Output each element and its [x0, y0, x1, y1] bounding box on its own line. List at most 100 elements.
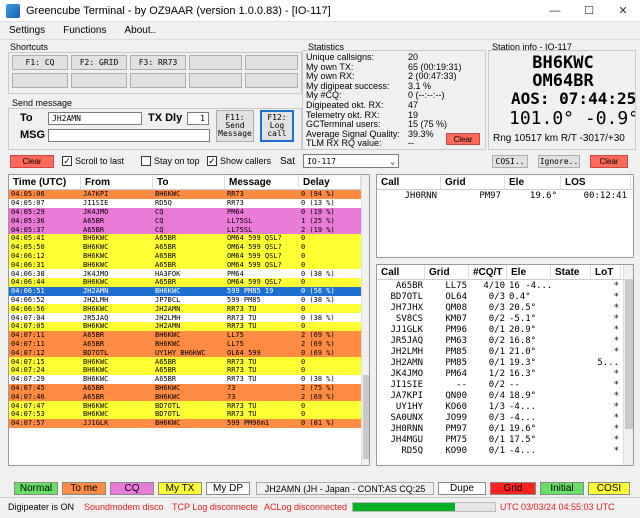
message-row[interactable]: 04:07:46 A65BR BH6KWC 73 2 (69 %)	[9, 392, 361, 402]
message-row[interactable]: 04:07:11 A65BR BH6KWC LL75 2 (69 %)	[9, 339, 361, 349]
menu-about[interactable]: About..	[116, 25, 166, 36]
message-row[interactable]: 04:07:12 BD7OTL UY1HY BH6KWC OL64 599 0 (69 …	[9, 348, 361, 358]
callers-scrollbar[interactable]	[623, 265, 633, 465]
message-row[interactable]: 04:06:52 JH2LMH JP7BCL 599 PM85 0 (38 %)	[9, 295, 361, 305]
caller-row[interactable]: JH2LMH PM85 0/1 21.0° *	[377, 346, 621, 357]
message-row[interactable]: 04:05:07 JI1SIE RD5Q RR73 0 (13 %)	[9, 198, 361, 208]
col-caller-ele[interactable]: Ele	[507, 265, 551, 280]
shortcut-f9-button[interactable]	[189, 73, 242, 88]
caller-row[interactable]: JH4MGU PM75 0/1 17.5° *	[377, 434, 621, 445]
message-row[interactable]: 04:06:12 BH6KWC A65BR OM64 599 QSL? 0	[9, 251, 361, 261]
message-row[interactable]: 04:07:24 BH6KWC A65BR RR73 TU 0	[9, 365, 361, 375]
col-to[interactable]: To	[153, 175, 225, 190]
satellite-select[interactable]: IO-117 ⌄	[303, 154, 399, 168]
to-field[interactable]: JH2AMN	[48, 112, 142, 125]
col-caller-grid[interactable]: Grid	[425, 265, 469, 280]
col-call[interactable]: Call	[377, 175, 441, 190]
my-dp-mode-button[interactable]: My DP	[206, 482, 250, 495]
message-row[interactable]: 04:05:50 BH6KWC A65BR OM64 599 QSL? 0	[9, 242, 361, 252]
shortcut-f10-button[interactable]	[245, 73, 298, 88]
col-state[interactable]: State	[551, 265, 591, 280]
f11-send-message-button[interactable]: F11: Send Message	[216, 110, 254, 142]
message-row[interactable]: 04:07:05 BH6KWC JH2AMN RR73 TU 0	[9, 321, 361, 331]
message-row[interactable]: 04:07:53 BH6KWC BD7OTL RR73 TU 0	[9, 409, 361, 419]
col-caller-call[interactable]: Call	[377, 265, 425, 280]
caller-row[interactable]: JJ1GLK PM96 0/1 20.9° *	[377, 324, 621, 335]
message-row[interactable]: 04:07:15 BH6KWC A65BR RR73 TU 0	[9, 357, 361, 366]
col-ele[interactable]: Ele	[505, 175, 561, 190]
message-row[interactable]: 04:05:37 A65BR CQ LL75SL 2 (19 %)	[9, 225, 361, 234]
msg-field[interactable]	[48, 129, 210, 142]
minimize-button[interactable]: —	[538, 0, 572, 22]
maximize-button[interactable]: ☐	[572, 0, 606, 22]
message-row[interactable]: 04:07:04 JR5JAQ JH2LMH RR73 TU 0 (38 %)	[9, 313, 361, 322]
close-button[interactable]: ✕	[606, 0, 640, 22]
ignore-button[interactable]: Ignore..	[538, 155, 580, 168]
normal-mode-button[interactable]: Normal	[14, 482, 58, 495]
cell-to: A65BR	[155, 243, 177, 252]
message-row[interactable]: 04:05:29 JK4JMO CQ PM64 0 (19 %)	[9, 207, 361, 217]
message-row[interactable]: 04:05:36 A65BR CQ LL75SL 1 (25 %)	[9, 216, 361, 226]
caller-row[interactable]: JH2AMN PM85 0/1 19.3° 5...	[377, 357, 621, 368]
caller-row[interactable]: JR5JAQ PM63 0/2 16.8° *	[377, 335, 621, 346]
tracking-row[interactable]: JH0RNN PM97 19.6° 00:12:41	[377, 190, 633, 202]
message-row[interactable]: 04:06:38 JK4JMO HA3FOK PM64 0 (38 %)	[9, 269, 361, 278]
scrollbar-thumb[interactable]	[363, 375, 369, 459]
shortcut-f4-button[interactable]	[189, 55, 242, 70]
caller-row[interactable]: A65BR LL75 4/10 16 -4... *	[377, 280, 621, 291]
message-row[interactable]: 04:07:11 A65BR BH6KWC LL75 2 (69 %)	[9, 330, 361, 340]
message-row[interactable]: 04:06:56 BH6KWC JH2AMN RR73 TU 0	[9, 304, 361, 314]
stats-clear-button[interactable]: Clear	[446, 133, 480, 145]
col-lot[interactable]: LoT	[591, 265, 621, 280]
col-los[interactable]: LOS	[561, 175, 631, 190]
caller-row[interactable]: BD7OTL OL64 0/3 0.4° *	[377, 291, 621, 302]
to-me-mode-button[interactable]: To me	[62, 482, 106, 495]
col-delay[interactable]: Delay	[299, 175, 361, 190]
scroll-to-last-toggle[interactable]: ✓ Scroll to last	[62, 156, 124, 166]
clear-callers-button[interactable]: Clear	[590, 155, 628, 168]
messages-scrollbar[interactable]	[361, 175, 369, 465]
menu-functions[interactable]: Functions	[54, 25, 115, 36]
message-row[interactable]: 04:07:45 A65BR BH6KWC 73 2 (75 %)	[9, 383, 361, 393]
tx-dly-field[interactable]: 1	[187, 112, 209, 125]
shortcut-f7-button[interactable]	[71, 73, 127, 88]
caller-row[interactable]: SA0UNX JO99 0/3 -4... *	[377, 412, 621, 423]
message-row[interactable]: 04:07:47 BH6KWC BD7OTL RR73 TU 0	[9, 401, 361, 410]
my-tx-mode-button[interactable]: My TX	[158, 482, 202, 495]
col-message[interactable]: Message	[225, 175, 299, 190]
cosi-button[interactable]: COSI..	[492, 155, 528, 168]
show-callers-toggle[interactable]: ✓ Show callers	[207, 156, 271, 166]
shortcut-f6-button[interactable]	[12, 73, 68, 88]
col-grid[interactable]: Grid	[441, 175, 505, 190]
message-row[interactable]: 04:05:06 JA7KPI BH6KWC RR73 0 (94 %)	[9, 190, 361, 199]
caller-row[interactable]: UY1HY KO60 1/3 -4... *	[377, 401, 621, 412]
message-row[interactable]: 04:06:31 BH6KWC A65BR OM64 599 QSL? 0	[9, 260, 361, 270]
message-row[interactable]: 04:05:41 BH6KWC A65BR OM64 599 QSL? 0	[9, 233, 361, 243]
message-row[interactable]: 04:06:44 BH6KWC A65BR OM64 599 QSL? 0	[9, 277, 361, 287]
scrollbar-thumb[interactable]	[625, 279, 633, 429]
cq-mode-button[interactable]: CQ	[110, 482, 154, 495]
caller-row[interactable]: JH7JHX QM08 0/3 20.5° *	[377, 302, 621, 313]
shortcut-f8-button[interactable]	[130, 73, 186, 88]
caller-row[interactable]: JA7KPI QN00 0/4 18.9° *	[377, 390, 621, 401]
caller-row[interactable]: JK4JMO PM64 1/2 16.3° *	[377, 368, 621, 379]
col-time[interactable]: Time (UTC)	[9, 175, 81, 190]
clear-button[interactable]: Clear	[10, 155, 54, 168]
caller-row[interactable]: JI1SIE -- 0/2 -- *	[377, 379, 621, 390]
message-row[interactable]: 04:06:51 JH2AMN BH6KWC 599 PM85 19 0 (56 %)	[9, 286, 361, 296]
message-row[interactable]: 04:07:57 JJ1GLK BH6KWC 599 PM96m1 0 (81 %)	[9, 418, 361, 428]
caller-row[interactable]: RD5Q KO90 0/1 -4... *	[377, 445, 621, 456]
shortcut-f5-button[interactable]	[245, 55, 298, 70]
menu-settings[interactable]: Settings	[0, 25, 54, 36]
initial-indicator: Initial	[540, 482, 584, 495]
col-cq-t[interactable]: #CQ/T	[469, 265, 507, 280]
shortcut-f1-button[interactable]: F1: CQ	[12, 55, 68, 70]
stay-on-top-toggle[interactable]: Stay on top	[141, 156, 200, 166]
shortcut-f2-button[interactable]: F2: GRID	[71, 55, 127, 70]
col-from[interactable]: From	[81, 175, 153, 190]
caller-row[interactable]: SV8CS KM07 0/2 -5.1° *	[377, 313, 621, 324]
shortcut-f3-button[interactable]: F3: RR73	[130, 55, 186, 70]
message-row[interactable]: 04:07:29 BH6KWC A65BR RR73 TU 0 (38 %)	[9, 374, 361, 384]
f12-log-call-button[interactable]: F12: Log call	[260, 110, 294, 142]
caller-row[interactable]: JH0RNN PM97 0/1 19.6° *	[377, 423, 621, 434]
